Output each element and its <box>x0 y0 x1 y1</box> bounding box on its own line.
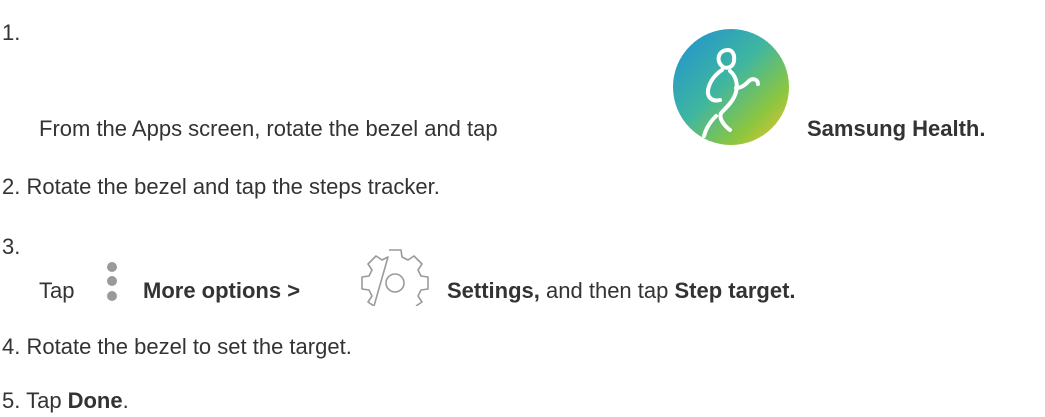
settings-gear-icon <box>361 249 429 306</box>
step-2-number: 2. <box>2 174 21 199</box>
step-3-tap: Tap <box>39 278 75 303</box>
more-options-label: More options > <box>143 278 301 303</box>
step-1-number: 1. <box>2 20 21 45</box>
step-2-text: Rotate the bezel and tap the steps track… <box>26 174 440 199</box>
step-4: 4. Rotate the bezel to set the target. <box>2 334 352 360</box>
done-label: Done <box>67 388 123 413</box>
more-options-wrap: More options > <box>143 278 300 304</box>
step-5: 5. Tap Done. <box>2 388 129 414</box>
step-5-period: . <box>122 388 129 413</box>
step-3-middle-text: and then tap <box>546 278 669 303</box>
step-4-number: 4. <box>2 334 21 359</box>
samsung-health-icon <box>673 29 789 145</box>
step-3-text: Tap <box>39 278 74 304</box>
step-target-label: Step target. <box>674 278 796 303</box>
step-3-settings: Settings, and then tap Step target. <box>447 278 796 304</box>
step-1-instruction: From the Apps screen, rotate the bezel a… <box>39 116 498 141</box>
step-5-tap: Tap <box>26 388 62 413</box>
instructions-page: { "steps": [ { "number": "1.", "text_bef… <box>0 0 1045 417</box>
step-2: 2. Rotate the bezel and tap the steps tr… <box>2 174 440 200</box>
settings-label: Settings, <box>447 278 540 303</box>
samsung-health-label: Samsung Health. <box>807 116 986 141</box>
step-4-text: Rotate the bezel to set the target. <box>26 334 352 359</box>
step-5-number: 5. <box>2 388 21 413</box>
more-options-icon <box>107 262 117 301</box>
step-3-number: 3. <box>2 234 21 259</box>
step-1-text: From the Apps screen, rotate the bezel a… <box>39 116 498 142</box>
step-1-app-name: Samsung Health. <box>807 116 985 142</box>
